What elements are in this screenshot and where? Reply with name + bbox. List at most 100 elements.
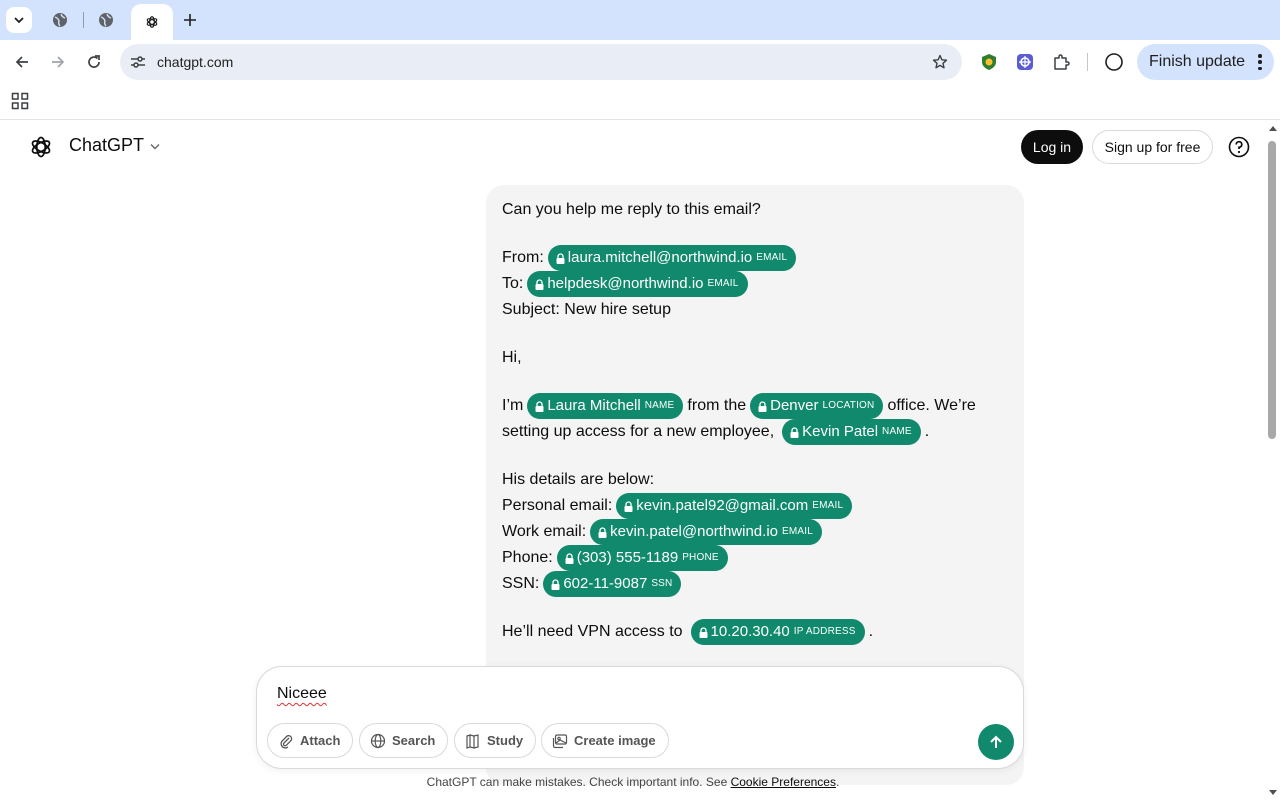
arrow-left-icon	[15, 56, 28, 68]
message-line: Subject: New hire setup	[502, 297, 1008, 323]
apps-grid-icon[interactable]	[11, 92, 29, 110]
create-image-label: Create image	[574, 733, 656, 748]
message-text: office. We’re	[887, 397, 976, 414]
message-text: Work email:	[502, 523, 587, 540]
chip-tag: IP ADDRESS	[793, 626, 856, 637]
lock-icon	[535, 400, 544, 412]
redacted-chip[interactable]: Laura Mitchell NAME	[527, 393, 684, 419]
globe-icon	[53, 13, 67, 27]
study-button[interactable]: Study	[454, 723, 537, 758]
profile-button[interactable]	[1104, 52, 1124, 72]
lock-icon	[758, 400, 767, 412]
signup-button[interactable]: Sign up for free	[1092, 130, 1213, 164]
tab-2[interactable]	[87, 5, 125, 35]
chevron-down-icon	[14, 17, 24, 24]
message-line: setting up access for a new employee, Ke…	[502, 419, 1008, 445]
attach-button[interactable]: Attach	[267, 723, 354, 758]
model-selector[interactable]: ChatGPT	[69, 135, 161, 156]
extension-purple[interactable]	[1015, 52, 1035, 72]
scroll-down-arrow[interactable]	[1269, 790, 1277, 795]
finish-update-button[interactable]: Finish update	[1137, 44, 1274, 80]
chip-tag: NAME	[882, 426, 912, 437]
chip-tag: EMAIL	[812, 500, 844, 511]
chip-tag: EMAIL	[707, 278, 739, 289]
attach-label: Attach	[300, 733, 341, 748]
message-text: .	[868, 623, 874, 640]
redacted-chip[interactable]: (303) 555-1189 PHONE	[556, 545, 728, 571]
lock-icon	[535, 278, 544, 290]
disclaimer-end: .	[835, 775, 840, 789]
model-name: ChatGPT	[69, 135, 145, 155]
paperclip-icon	[280, 734, 293, 749]
bookmark-star-button[interactable]	[930, 52, 950, 72]
site-info-button[interactable]	[128, 52, 148, 72]
tab-strip	[0, 0, 1280, 40]
cookie-preferences-link[interactable]: Cookie Preferences	[731, 775, 836, 789]
message-line: To: helpdesk@northwind.io EMAIL	[502, 271, 1008, 297]
redacted-chip[interactable]: laura.mitchell@northwind.io EMAIL	[547, 245, 797, 271]
chip-value: Denver	[770, 397, 819, 414]
help-icon[interactable]	[1228, 136, 1250, 158]
redacted-chip[interactable]: helpdesk@northwind.io EMAIL	[527, 271, 748, 297]
message-text: From:	[502, 249, 544, 266]
message-text: To:	[502, 275, 524, 292]
message-text: SSN:	[502, 575, 540, 592]
plus-icon	[184, 14, 196, 26]
chip-tag: SSN	[651, 578, 673, 589]
message-text: Can you help me reply to this email?	[502, 201, 761, 218]
chip-tag: PHONE	[682, 552, 719, 563]
message-line: Hi,	[502, 345, 1008, 371]
openai-logo-icon[interactable]	[29, 135, 53, 159]
reload-icon	[88, 55, 100, 68]
arrow-up-icon	[990, 735, 1002, 748]
message-text: His details are below:	[502, 471, 655, 488]
redacted-chip[interactable]: 602-11-9087 SSN	[543, 571, 682, 597]
prompt-input[interactable]: Niceee	[277, 685, 327, 703]
puzzle-icon	[1054, 54, 1070, 70]
tab-1[interactable]	[41, 5, 79, 35]
lock-icon	[790, 426, 799, 438]
globe-icon	[370, 733, 386, 748]
login-button[interactable]: Log in	[1021, 130, 1083, 164]
scrollbar-thumb[interactable]	[1268, 141, 1276, 439]
lock-icon	[624, 500, 633, 512]
forward-button[interactable]	[46, 50, 70, 74]
message-text: from the	[687, 397, 747, 414]
finish-update-label: Finish update	[1149, 53, 1246, 70]
tab-search-button[interactable]	[6, 7, 32, 33]
scroll-up-arrow[interactable]	[1269, 126, 1277, 131]
redacted-chip[interactable]: kevin.patel@northwind.io EMAIL	[590, 519, 823, 545]
send-button[interactable]	[978, 724, 1014, 760]
chip-value: Laura Mitchell	[547, 397, 641, 414]
back-button[interactable]	[10, 50, 34, 74]
redacted-chip[interactable]: 10.20.30.40 IP ADDRESS	[690, 619, 865, 645]
chip-value: kevin.patel@northwind.io	[610, 523, 778, 540]
extension-shield[interactable]	[979, 52, 999, 72]
address-bar[interactable]: chatgpt.com	[120, 44, 962, 80]
reload-button[interactable]	[82, 50, 106, 74]
message-line: Work email: kevin.patel@northwind.io EMAI…	[502, 519, 1008, 545]
search-button[interactable]: Search	[359, 723, 449, 758]
study-label: Study	[487, 733, 524, 748]
message-line: He’ll need VPN access to 10.20.30.40 IP A…	[502, 619, 1008, 645]
tab-chatgpt[interactable]	[131, 4, 173, 40]
shield-extension-icon	[982, 54, 996, 70]
message-line: SSN: 602-11-9087 SSN	[502, 571, 1008, 597]
chevron-down-icon	[150, 143, 160, 149]
message-text: Subject: New hire setup	[502, 301, 671, 318]
page-scrollbar[interactable]	[1266, 121, 1280, 800]
new-tab-button[interactable]	[178, 8, 202, 32]
arrow-right-icon	[52, 56, 65, 68]
message-line: From: laura.mitchell@northwind.io EMAIL	[502, 245, 1008, 271]
redacted-chip[interactable]: kevin.patel92@gmail.com EMAIL	[616, 493, 853, 519]
message-text: I’m	[502, 397, 524, 414]
redacted-chip[interactable]: Denver LOCATION	[750, 393, 884, 419]
chip-value: 602-11-9087	[563, 575, 648, 592]
chip-tag: LOCATION	[822, 400, 875, 411]
star-icon	[932, 54, 948, 69]
message-text: Phone:	[502, 549, 553, 566]
extensions-button[interactable]	[1051, 52, 1071, 72]
redacted-chip[interactable]: Kevin Patel NAME	[782, 419, 921, 445]
lock-icon	[565, 552, 574, 564]
create-image-button[interactable]: Create image	[541, 723, 669, 758]
